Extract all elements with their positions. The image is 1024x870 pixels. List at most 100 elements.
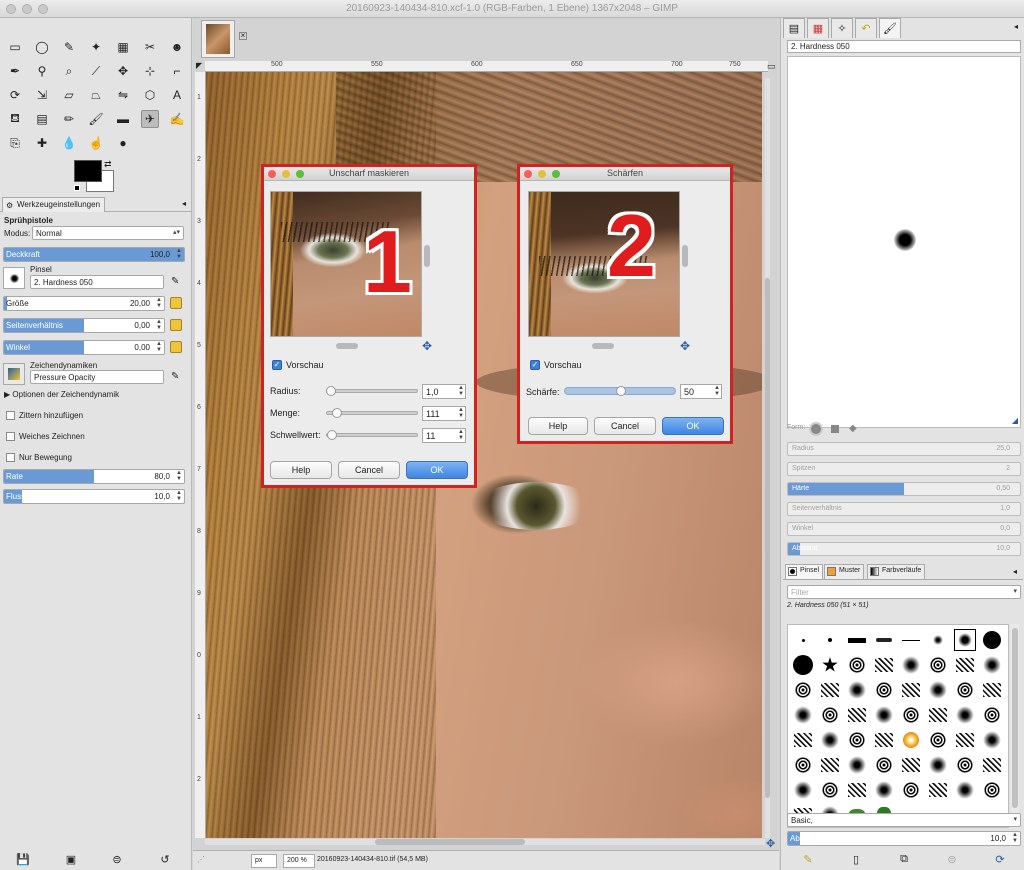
edit-dynamics-icon[interactable]: ✎ [171, 371, 179, 382]
ink-tool[interactable]: ✍ [168, 110, 186, 128]
brush-thumbnail[interactable] [873, 654, 895, 676]
navigate-icon[interactable]: ✥ [766, 837, 775, 850]
brush-filter-input[interactable]: Filter ▾ [787, 585, 1021, 599]
brush-param-2[interactable]: Härte 0,50 [787, 482, 1021, 496]
brush-thumbnail[interactable] [927, 754, 949, 776]
edit-brush-button[interactable]: ✎ [799, 850, 817, 868]
radius-spinbox[interactable]: 1,0 ▲ ▼ [422, 384, 466, 399]
paintbrush-tool[interactable]: 🖌 [87, 110, 105, 128]
move-tool[interactable]: ✥ [114, 62, 132, 80]
vertical-scrollbar[interactable] [765, 78, 770, 838]
clone-tool[interactable]: ⎘ [6, 134, 24, 152]
brush-thumbnail[interactable] [846, 754, 868, 776]
brush-thumbnail[interactable] [819, 654, 841, 676]
brush-param-0[interactable]: Radius 25,0 [787, 442, 1021, 456]
scissors-tool[interactable]: ✂ [141, 38, 159, 56]
cancel-button[interactable]: Cancel [338, 461, 400, 479]
reset-aspect-icon[interactable] [170, 319, 182, 331]
brush-grid-scrollbar[interactable] [1011, 624, 1019, 828]
horizontal-scrollbar[interactable] [205, 839, 765, 845]
swap-colors-icon[interactable]: ⇄ [104, 159, 112, 170]
smooth-checkbox[interactable] [6, 432, 15, 441]
threshold-knob[interactable] [327, 430, 338, 440]
help-button[interactable]: Help [528, 417, 588, 435]
brush-thumbnail[interactable] [954, 779, 976, 801]
tab-paths[interactable]: ✧ [831, 18, 853, 38]
brush-thumbnail[interactable] [927, 679, 949, 701]
brush-thumbnail[interactable] [981, 679, 1003, 701]
brush-thumbnail[interactable] [981, 779, 1003, 801]
fuzzy-select-tool[interactable]: ✦ [87, 38, 105, 56]
incremental-checkbox[interactable] [6, 453, 15, 462]
cage-tool[interactable]: ⬡ [141, 86, 159, 104]
blur-tool[interactable]: 💧 [60, 134, 78, 152]
configure-tab-icon[interactable]: ◂ [1013, 567, 1017, 576]
pencil-tool[interactable]: ✏ [60, 110, 78, 128]
jitter-checkbox[interactable] [6, 411, 15, 420]
diamond-shape-button[interactable]: ◆ [849, 423, 857, 434]
brush-editor-name[interactable]: 2. Hardness 050 [787, 40, 1021, 53]
zoom-on-resize-icon[interactable]: ▭ [767, 61, 776, 72]
brush-thumbnail[interactable] [900, 779, 922, 801]
unit-select[interactable]: px [251, 854, 277, 868]
brush-field[interactable]: 2. Hardness 050 [30, 275, 164, 289]
flow-slider[interactable]: Fluss 10,0 ▲ ▼ [3, 489, 185, 504]
brush-thumbnail[interactable] [954, 629, 976, 651]
brush-thumbnail[interactable] [927, 729, 949, 751]
new-brush-button[interactable]: ▯ [847, 850, 865, 868]
brush-thumbnail[interactable] [792, 779, 814, 801]
preview-image[interactable]: 1 [270, 191, 422, 337]
brush-param-4[interactable]: Winkel 0,0 [787, 522, 1021, 536]
ellipse-select-tool[interactable]: ◯ [33, 38, 51, 56]
vertical-ruler[interactable]: 1 2 3 4 5 6 7 8 9 0 1 2 [195, 72, 206, 838]
dynamics-field[interactable]: Pressure Opacity [30, 370, 164, 384]
tab-brushes[interactable]: Pinsel [785, 564, 824, 579]
measure-tool[interactable]: ⟋ [87, 62, 105, 80]
refresh-brushes-button[interactable]: ⟳ [991, 850, 1009, 868]
brush-thumbnail[interactable] [792, 629, 814, 651]
threshold-spinbox[interactable]: 11 ▲ ▼ [422, 428, 466, 443]
brush-param-5[interactable]: Abstand 10,0 [787, 542, 1021, 556]
ok-button[interactable]: OK [406, 461, 468, 479]
align-tool[interactable]: ⊹ [141, 62, 159, 80]
brush-param-1[interactable]: Spitzen 2 [787, 462, 1021, 476]
image-tab[interactable] [201, 20, 235, 58]
brush-thumbnail[interactable] [873, 754, 895, 776]
zoom-select[interactable]: 200 % [283, 854, 315, 868]
brush-thumbnail[interactable] [846, 704, 868, 726]
brush-thumbnail[interactable] [792, 679, 814, 701]
dialog-close-button[interactable] [524, 170, 532, 178]
radius-knob[interactable] [325, 386, 336, 396]
tab-tool-options[interactable]: ⚙ Werkzeugeinstellungen [2, 197, 106, 212]
size-slider[interactable]: Größe 20,00 ▲ ▼ [3, 296, 165, 311]
save-options-icon[interactable]: 💾 [14, 850, 32, 868]
paths-tool[interactable]: ✒ [6, 62, 24, 80]
perspective-tool[interactable]: ⏢ [87, 86, 105, 104]
edit-brush-icon[interactable]: ✎ [171, 276, 179, 287]
brush-thumbnail[interactable] [846, 729, 868, 751]
radius-track[interactable] [326, 389, 418, 393]
brush-thumbnail[interactable] [954, 679, 976, 701]
quick-mask-corner-icon[interactable]: ◤ [196, 61, 202, 70]
dialog-zoom-button[interactable] [296, 170, 304, 178]
brush-thumbnail[interactable] [954, 654, 976, 676]
brush-thumbnail[interactable] [900, 754, 922, 776]
brush-thumbnail[interactable] [981, 629, 1003, 651]
brush-param-3[interactable]: Seitenverhältnis 1,0 [787, 502, 1021, 516]
brush-thumbnail[interactable] [792, 729, 814, 751]
help-button[interactable]: Help [270, 461, 332, 479]
horizontal-scroll-thumb[interactable] [375, 839, 525, 845]
spacing-slider[interactable]: Abstand 10,0 ▲ ▼ [787, 831, 1021, 846]
brush-thumbnail[interactable] [900, 704, 922, 726]
brush-thumbnail[interactable] [819, 754, 841, 776]
dialog-minimize-button[interactable] [538, 170, 546, 178]
tab-undo[interactable]: ↶ [855, 18, 877, 38]
configure-tab-icon[interactable]: ◂ [1014, 22, 1018, 31]
restore-options-icon[interactable]: ▣ [62, 850, 80, 868]
brush-thumbnail[interactable] [900, 679, 922, 701]
horizontal-ruler[interactable]: 500 550 600 650 700 750 [205, 61, 768, 72]
brush-thumbnail[interactable] [846, 679, 868, 701]
brush-thumbnail[interactable] [927, 779, 949, 801]
brush-thumbnail[interactable] [927, 629, 949, 651]
dialog-zoom-button[interactable] [552, 170, 560, 178]
